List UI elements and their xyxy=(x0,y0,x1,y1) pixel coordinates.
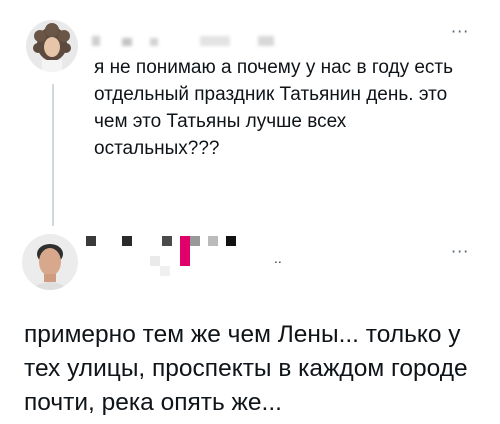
redacted-author-name xyxy=(86,236,96,246)
redacted-author-handle xyxy=(160,266,170,276)
redacted-author-name xyxy=(200,36,230,46)
author-avatar-2[interactable] xyxy=(22,234,78,290)
redacted-author-name xyxy=(122,38,132,46)
main-post-text: примерно тем же чем Лены... только у тех… xyxy=(24,321,468,416)
redacted-author-name xyxy=(150,38,158,46)
redacted-author-name xyxy=(162,236,172,246)
redacted-author-name xyxy=(92,36,100,46)
author-avatar-1[interactable] xyxy=(26,20,78,72)
handle-fragment: .. xyxy=(274,250,282,266)
redacted-author-name xyxy=(258,36,274,46)
curly-haired-person-avatar-icon xyxy=(26,20,78,72)
man-portrait-avatar-icon xyxy=(22,234,78,290)
redacted-author-name xyxy=(208,236,218,246)
redacted-author-name xyxy=(226,236,236,246)
more-horizontal-icon[interactable]: ··· xyxy=(451,24,469,40)
redacted-author-name xyxy=(122,236,132,246)
more-horizontal-icon[interactable]: ··· xyxy=(451,244,469,260)
reply-post-text: я не понимаю а почему у нас в году есть … xyxy=(94,57,454,159)
thread-connector-line xyxy=(52,84,54,226)
redacted-author-name xyxy=(190,236,200,246)
redacted-author-handle xyxy=(150,256,160,266)
redacted-author-name xyxy=(180,236,190,266)
